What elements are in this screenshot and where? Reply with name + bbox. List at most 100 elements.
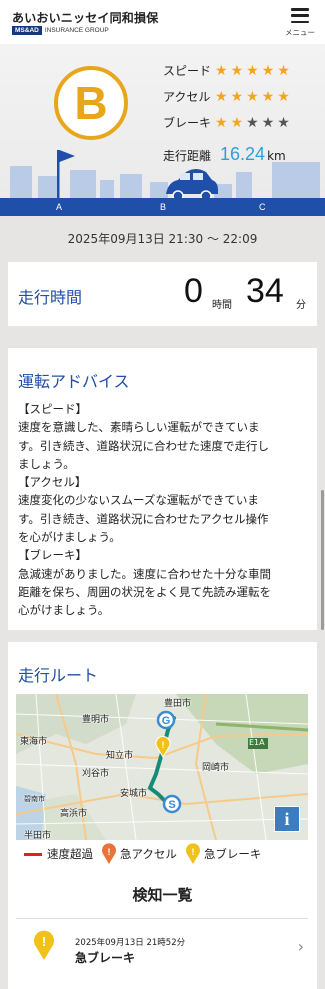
- chevron-right-icon: ›: [297, 937, 304, 956]
- metric-brake: ブレーキ ★ ★ ★ ★ ★: [163, 114, 290, 131]
- map-label: 東海市: [20, 737, 48, 747]
- svg-text:G: G: [162, 715, 171, 727]
- metric-accel: アクセル ★ ★ ★ ★ ★: [163, 88, 290, 105]
- svg-text:S: S: [168, 799, 175, 811]
- road-point-a: A: [56, 202, 63, 212]
- map-label: 半田市: [24, 831, 52, 840]
- legend-label: 急アクセル: [120, 847, 177, 861]
- menu-button[interactable]: メニュー: [283, 8, 317, 40]
- distance-value: 16.24: [220, 144, 266, 164]
- start-marker-icon: S: [162, 794, 182, 814]
- route-map[interactable]: 豊田市 豊明市 東海市 知立市 刈谷市 安城市 高浜市 碧南市 半田市 岡崎市 …: [16, 694, 308, 840]
- svg-text:!: !: [42, 934, 46, 949]
- app-header: あいおいニッセイ同和損保 MS&AD INSURANCE GROUP メニュー: [0, 0, 325, 44]
- star-filled-icon: ★: [215, 114, 228, 131]
- orange-pin-icon: !: [102, 843, 116, 864]
- metric-label: スピード: [163, 64, 212, 78]
- menu-label: メニュー: [285, 28, 315, 37]
- brand-logo: MS&AD INSURANCE GROUP: [12, 26, 109, 35]
- star-filled-icon: ★: [261, 62, 275, 79]
- advice-line: す。引き続き、道路状況に合わせたアクセル操作: [18, 511, 269, 526]
- distance-unit: km: [267, 149, 286, 163]
- map-info-button[interactable]: i: [274, 806, 300, 832]
- star-filled-icon: ★: [246, 88, 259, 105]
- advice-line: 急減速がありました。速度に合わせた十分な車間: [18, 566, 271, 581]
- minutes-unit: 分: [296, 300, 306, 311]
- hamburger-icon: [291, 8, 309, 23]
- grade-badge: B: [54, 66, 128, 140]
- route-card: 走行ルート 豊田市 豊明市 東海市 知立市 刈谷市 安城市 高浜市 碧南市 半田…: [8, 642, 317, 989]
- advice-line: 速度変化の少ないスムーズな運転ができていま: [18, 493, 259, 508]
- advice-line: す。引き続き、道路状況に合わせた速度で走行し: [18, 438, 270, 453]
- map-label: 知立市: [106, 751, 134, 761]
- star-filled-icon: ★: [246, 62, 259, 79]
- star-filled-icon: ★: [277, 88, 290, 105]
- advice-line: 速度を意識した、素晴らしい運転ができていま: [18, 420, 260, 435]
- road-point-b: B: [160, 202, 167, 212]
- map-label: 豊明市: [82, 715, 110, 725]
- route-title: 走行ルート: [18, 666, 99, 685]
- advice-line: 【アクセル】: [18, 475, 87, 490]
- map-label: 安城市: [120, 789, 148, 799]
- detection-list-item[interactable]: ! 2025年09月13日 21時52分 急ブレーキ ›: [16, 919, 308, 981]
- distance-label: 走行距離: [163, 149, 212, 163]
- star-filled-icon: ★: [215, 88, 228, 105]
- svg-text:!: !: [162, 740, 165, 750]
- advice-line: ましょう。: [18, 456, 75, 471]
- advice-line: 距離を保ち、周囲の状況をよく見て先読み運転を: [18, 584, 271, 599]
- star-filled-icon: ★: [261, 88, 275, 105]
- star-rating: ★ ★ ★ ★ ★: [215, 90, 290, 104]
- star-empty-icon: ★: [277, 114, 290, 131]
- advice-line: 【スピード】: [18, 402, 87, 416]
- star-filled-icon: ★: [215, 62, 228, 79]
- driving-advice-card: 運転アドバイス 【スピード】 速度を意識した、素晴らしい運転ができていま す。引…: [8, 348, 317, 630]
- legend-label: 急ブレーキ: [203, 847, 262, 861]
- road-point-c: C: [259, 202, 266, 212]
- map-label: E1A: [249, 738, 265, 747]
- distance-readout: 走行距離 16.24 km: [163, 144, 286, 165]
- grade-letter: B: [74, 77, 108, 129]
- star-filled-icon: ★: [230, 88, 244, 105]
- advice-line: を心がけましょう。: [18, 530, 121, 545]
- svg-text:!: !: [108, 847, 111, 857]
- brake-pin-icon: !: [155, 736, 171, 758]
- advice-title: 運転アドバイス: [18, 372, 130, 391]
- metric-label: ブレーキ: [163, 116, 212, 130]
- map-label: 刈谷市: [82, 769, 110, 779]
- red-line-icon: [24, 852, 42, 856]
- star-empty-icon: ★: [261, 114, 275, 131]
- detection-time: 2025年09月13日 21時52分: [75, 938, 186, 948]
- legend-label: 速度超過: [47, 847, 93, 861]
- legend-sudden-brake: ! 急ブレーキ: [185, 843, 262, 865]
- star-filled-icon: ★: [230, 114, 244, 131]
- yellow-pin-icon: !: [185, 843, 200, 864]
- detection-list-title: 検知一覧: [132, 886, 193, 904]
- star-filled-icon: ★: [230, 62, 244, 79]
- car-icon: [166, 169, 218, 202]
- advice-line: 心がけましょう。: [18, 603, 110, 618]
- map-label: 碧南市: [24, 795, 45, 803]
- advice-line: 【ブレーキ】: [18, 548, 87, 563]
- star-rating: ★ ★ ★ ★ ★: [215, 64, 290, 78]
- detection-label: 急ブレーキ: [75, 951, 136, 965]
- brand-name: あいおいニッセイ同和損保: [12, 11, 159, 25]
- hours-value: 0: [184, 272, 203, 310]
- map-label: 岡崎市: [202, 763, 230, 773]
- metric-label: アクセル: [163, 90, 211, 104]
- svg-text:!: !: [191, 847, 194, 857]
- hours-unit: 時間: [212, 300, 232, 311]
- minutes-value: 34: [246, 272, 284, 310]
- route-legend: 速度超過 ! 急アクセル ! 急ブレーキ: [24, 842, 269, 866]
- score-panel: B スピード ★ ★ ★ ★ ★ アクセル ★ ★ ★ ★ ★ ブレーキ ★ ★ ★ ★ ★ 走行距離 …: [0, 44, 325, 216]
- star-empty-icon: ★: [246, 114, 259, 131]
- trip-datetime: 2025年09月13日 21:30 〜 22:09: [67, 231, 258, 246]
- brake-warning-pin-icon: !: [34, 930, 54, 960]
- brand-group: INSURANCE GROUP: [44, 27, 109, 34]
- map-label: 豊田市: [164, 699, 192, 709]
- scrollbar[interactable]: [321, 490, 324, 630]
- drive-time-card: 走行時間 0 時間 34 分: [8, 262, 317, 326]
- goal-marker-icon: G: [156, 710, 176, 730]
- star-rating: ★ ★ ★ ★ ★: [215, 116, 290, 130]
- advice-body: 【スピード】 速度を意識した、素晴らしい運転ができていま す。引き続き、道路状況…: [18, 400, 310, 620]
- metric-speed: スピード ★ ★ ★ ★ ★: [163, 62, 290, 79]
